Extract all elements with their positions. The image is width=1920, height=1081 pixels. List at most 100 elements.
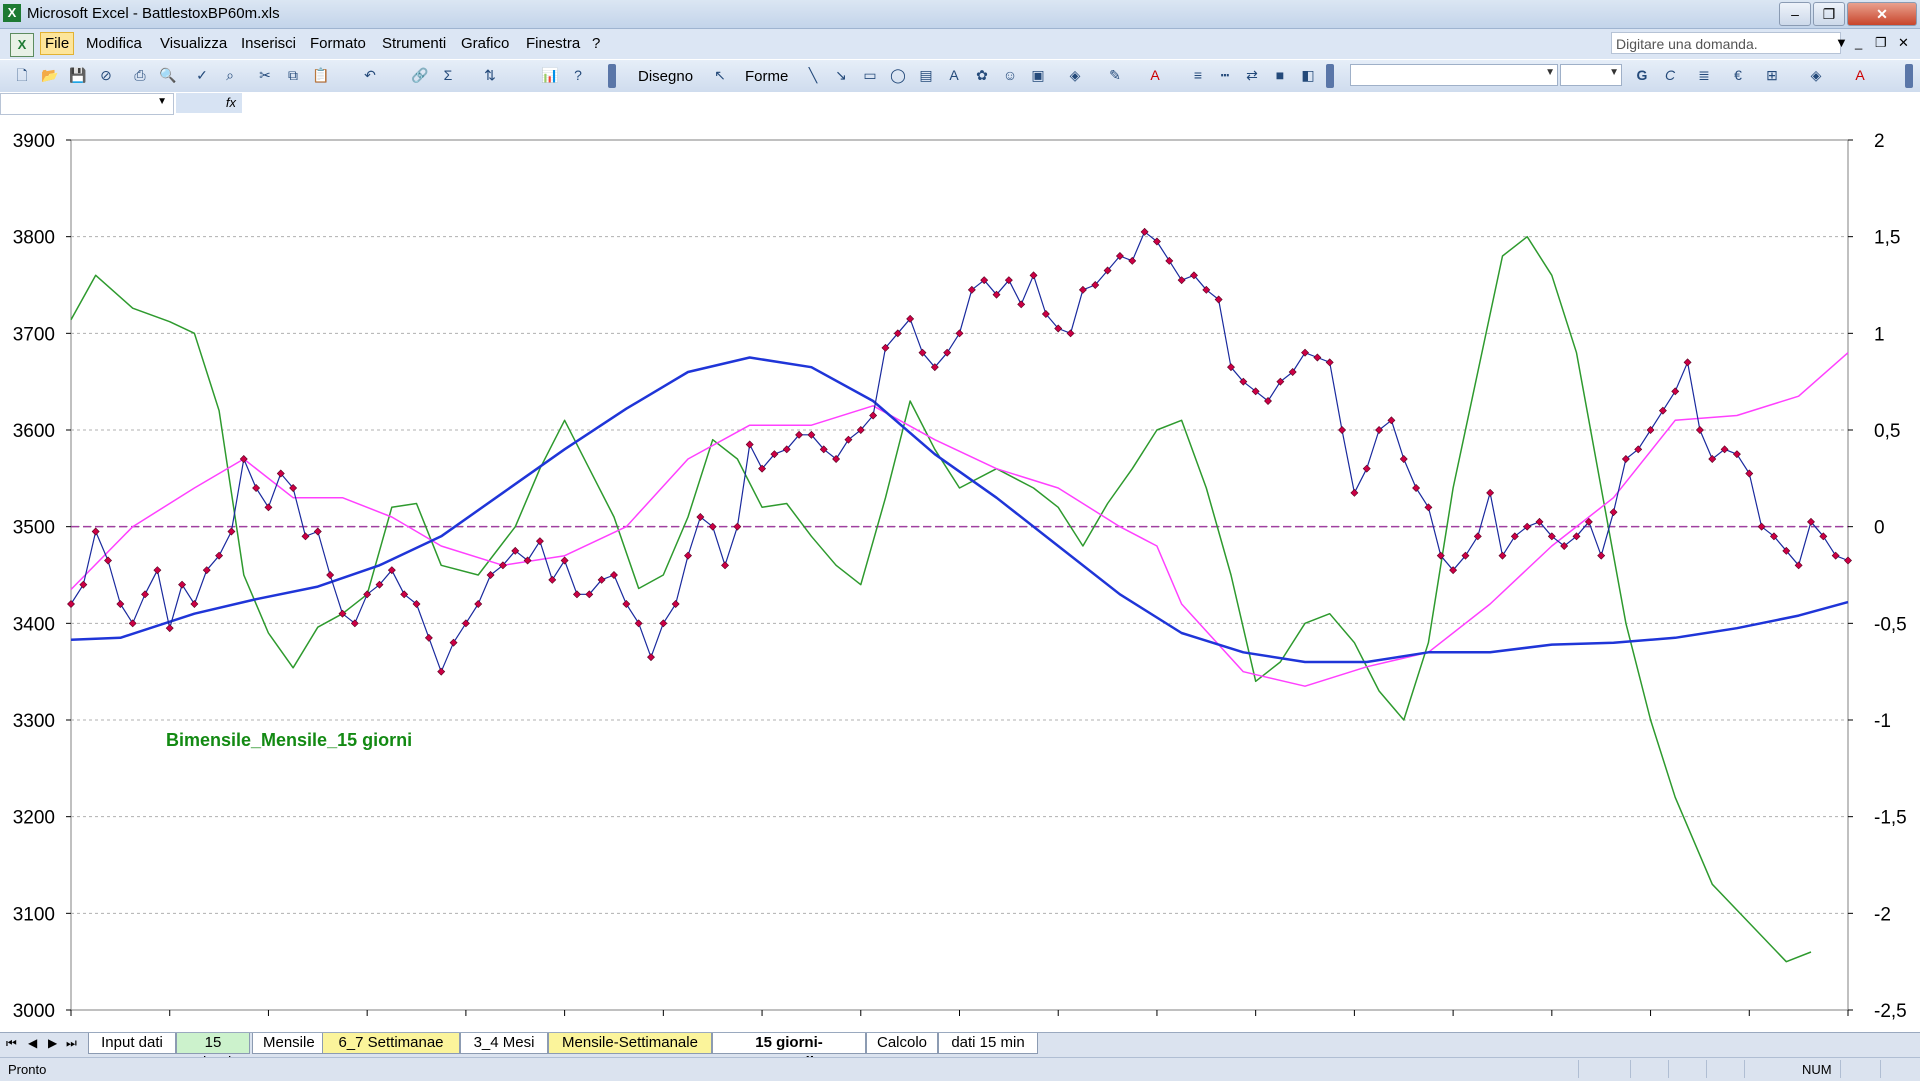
toolbar-options-grip[interactable] xyxy=(608,64,616,88)
price-marker xyxy=(461,619,470,628)
spelling-icon[interactable]: ✓ xyxy=(192,65,212,85)
menu-help[interactable]: ? xyxy=(589,34,603,53)
research-icon[interactable]: ⌕ xyxy=(220,65,240,85)
oval-tool-icon[interactable]: ◯ xyxy=(888,65,908,85)
close-button[interactable]: ✕ xyxy=(1847,2,1917,26)
price-oscillator-chart[interactable]: 3900 3800 3700 3600 3500 3400 3300 3200 3100 3000… xyxy=(0,116,1920,1032)
sheet-tab-0[interactable]: Input dati xyxy=(88,1033,176,1054)
3d-icon[interactable]: ◧ xyxy=(1298,65,1318,85)
formula-bar: ▼ fx xyxy=(0,92,1920,117)
print-icon[interactable]: ⎙ xyxy=(130,65,150,85)
price-marker xyxy=(1325,358,1334,367)
price-marker xyxy=(535,537,544,546)
name-box[interactable]: ▼ xyxy=(0,93,174,115)
doc-minimize-icon[interactable]: _ xyxy=(1855,35,1862,50)
magenta-average-line xyxy=(70,352,1849,687)
hyperlink-icon[interactable]: 🔗 xyxy=(410,65,430,85)
price-marker xyxy=(1177,276,1186,285)
font-name-combo[interactable]: ▼ xyxy=(1350,64,1558,86)
arrow-tool-icon[interactable]: ↘ xyxy=(831,65,851,85)
cut-icon[interactable]: ✂ xyxy=(255,65,275,85)
shapes-menu[interactable]: Forme xyxy=(745,68,788,85)
italic-button[interactable]: C xyxy=(1660,65,1680,85)
sheet-tab-5[interactable]: Mensile-Settimanale xyxy=(548,1033,712,1054)
bold-button[interactable]: G xyxy=(1632,65,1652,85)
borders-icon[interactable]: ⊞ xyxy=(1762,65,1782,85)
shadow-icon[interactable]: ■ xyxy=(1270,65,1290,85)
last-sheet-icon[interactable]: ⏭ xyxy=(66,1036,77,1051)
undo-icon[interactable]: ↶ xyxy=(360,65,380,85)
workbook-icon[interactable]: X xyxy=(10,33,34,57)
align-icon[interactable]: ≣ xyxy=(1694,65,1714,85)
textbox-tool-icon[interactable]: ▤ xyxy=(916,65,936,85)
sheet-tab-2[interactable]: Mensile xyxy=(252,1033,324,1054)
currency-button[interactable]: € xyxy=(1728,65,1748,85)
sheet-tab-6[interactable]: 15 giorni-Bmensile xyxy=(712,1033,866,1071)
diagram-icon[interactable]: ✿ xyxy=(972,65,992,85)
paste-icon[interactable]: 📋 xyxy=(311,65,331,85)
next-sheet-icon[interactable]: ▶ xyxy=(48,1036,57,1050)
oscillator-line xyxy=(70,235,1812,963)
permission-icon[interactable]: ⊘ xyxy=(96,65,116,85)
help-dropdown-icon[interactable]: ▼ xyxy=(1835,35,1848,50)
excel-app-icon[interactable]: X xyxy=(3,4,21,22)
left-tick-label: 3100 xyxy=(13,904,55,925)
price-marker xyxy=(227,527,236,536)
insert-function-button[interactable]: fx xyxy=(176,93,242,113)
copy-icon[interactable]: ⧉ xyxy=(283,65,303,85)
help-search-input[interactable]: Digitare una domanda. xyxy=(1611,32,1841,54)
font-size-combo[interactable]: ▼ xyxy=(1560,64,1622,86)
price-marker xyxy=(326,571,335,579)
open-icon[interactable]: 📂 xyxy=(40,65,60,85)
price-marker xyxy=(721,561,729,570)
restore-button[interactable]: ❐ xyxy=(1813,2,1845,26)
menu-file[interactable]: File xyxy=(40,32,75,55)
menu-finestra[interactable]: Finestra xyxy=(523,34,583,53)
right-tick-label: 2 xyxy=(1874,131,1885,152)
rectangle-tool-icon[interactable]: ▭ xyxy=(860,65,880,85)
menu-modifica[interactable]: Modifica xyxy=(83,34,145,53)
picture-icon[interactable]: ▣ xyxy=(1028,65,1048,85)
autosum-icon[interactable]: Σ xyxy=(438,65,458,85)
prev-sheet-icon[interactable]: ◀ xyxy=(28,1036,37,1050)
save-icon[interactable]: 💾 xyxy=(68,65,88,85)
toolbar-options-grip-2[interactable] xyxy=(1326,64,1334,88)
toolbar-options-grip-3[interactable] xyxy=(1905,64,1913,88)
fill-color-icon[interactable]: ◈ xyxy=(1065,65,1085,85)
clipart-icon[interactable]: ☺ xyxy=(1000,65,1020,85)
print-preview-icon[interactable]: 🔍 xyxy=(158,65,178,85)
arrow-style-icon[interactable]: ⇄ xyxy=(1242,65,1262,85)
price-marker xyxy=(671,600,680,608)
select-pointer-icon[interactable]: ↖ xyxy=(710,65,730,85)
doc-close-icon[interactable]: ✕ xyxy=(1898,35,1909,51)
sheet-tab-4[interactable]: 3_4 Mesi xyxy=(460,1033,548,1054)
sheet-tab-3[interactable]: 6_7 Settimanae xyxy=(322,1033,460,1054)
sheet-tab-8[interactable]: dati 15 min xyxy=(938,1033,1038,1054)
draw-menu[interactable]: Disegno xyxy=(638,68,693,85)
menu-grafico[interactable]: Grafico xyxy=(458,34,512,53)
chart-sheet[interactable]: 3900 3800 3700 3600 3500 3400 3300 3200 3100 3000… xyxy=(0,116,1920,1032)
menu-visualizza[interactable]: Visualizza xyxy=(157,34,230,53)
first-sheet-icon[interactable]: ⏮ xyxy=(6,1036,17,1051)
font-color-icon-2[interactable]: A xyxy=(1850,65,1870,85)
minimize-button[interactable]: ‒ xyxy=(1779,2,1811,26)
new-icon[interactable]: 🗋 xyxy=(12,65,32,85)
line-tool-icon[interactable]: ╲ xyxy=(803,65,823,85)
sheet-tab-7[interactable]: Calcolo xyxy=(866,1033,938,1054)
line-style-icon[interactable]: ≡ xyxy=(1188,65,1208,85)
status-divider xyxy=(1880,1060,1882,1078)
doc-restore-icon[interactable]: ❐ xyxy=(1875,35,1887,51)
help-icon[interactable]: ? xyxy=(568,65,588,85)
line-color-icon[interactable]: ✎ xyxy=(1105,65,1125,85)
menu-strumenti[interactable]: Strumenti xyxy=(379,34,449,53)
fill-color-icon-2[interactable]: ◈ xyxy=(1806,65,1826,85)
menu-formato[interactable]: Formato xyxy=(307,34,369,53)
menu-inserisci[interactable]: Inserisci xyxy=(238,34,299,53)
font-color-icon[interactable]: A xyxy=(1145,65,1165,85)
wordart-icon[interactable]: A xyxy=(944,65,964,85)
chart-wizard-icon[interactable]: 📊 xyxy=(540,65,560,85)
sort-icon[interactable]: ⇅ xyxy=(480,65,500,85)
dash-style-icon[interactable]: ┅ xyxy=(1215,65,1235,85)
sheet-tab-1[interactable]: 15 giorni xyxy=(176,1033,250,1071)
price-marker xyxy=(252,484,261,492)
